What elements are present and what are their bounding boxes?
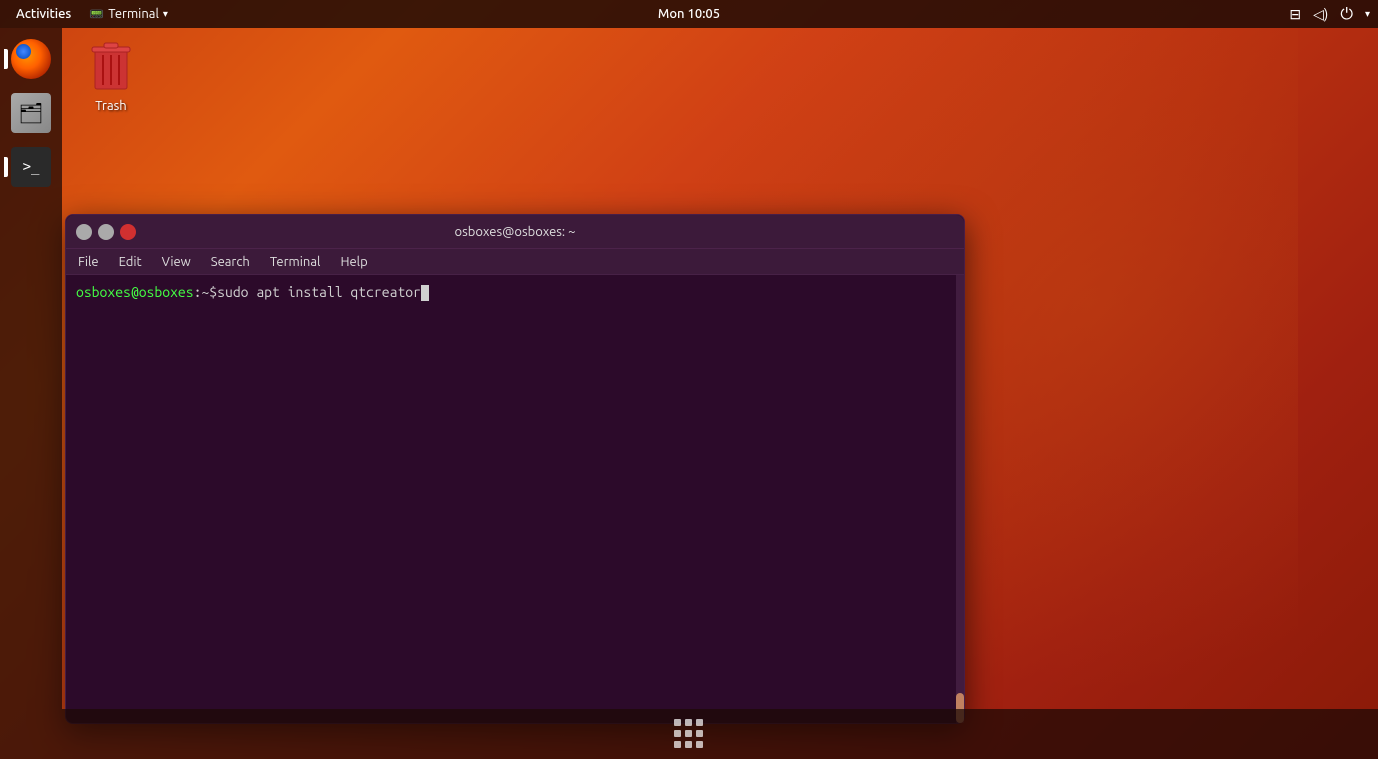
prompt-separator: :~$ xyxy=(194,283,218,303)
grid-dot-7 xyxy=(674,741,681,748)
terminal-titlebar: osboxes@osboxes: ~ xyxy=(66,215,964,249)
terminal-cursor xyxy=(421,285,429,301)
top-panel-left: Activities 📟 Terminal ▾ xyxy=(8,0,174,28)
grid-dot-9 xyxy=(696,741,703,748)
menu-file[interactable]: File xyxy=(74,253,103,271)
terminal-body[interactable]: osboxes@osboxes :~$ sudo apt install qtc… xyxy=(66,275,964,723)
window-controls xyxy=(76,224,136,240)
grid-dot-2 xyxy=(685,719,692,726)
grid-dot-3 xyxy=(696,719,703,726)
menu-help[interactable]: Help xyxy=(336,253,371,271)
prompt-command: sudo apt install qtcreator xyxy=(217,283,421,303)
sidebar-item-firefox[interactable] xyxy=(8,36,54,82)
menu-terminal[interactable]: Terminal xyxy=(266,253,325,271)
grid-dot-6 xyxy=(696,730,703,737)
power-arrow-icon[interactable]: ▾ xyxy=(1365,8,1370,20)
sidebar-dock: 🗂 >_ xyxy=(0,28,62,709)
prompt-user: osboxes@osboxes xyxy=(76,283,194,303)
command-line: osboxes@osboxes :~$ sudo apt install qtc… xyxy=(76,283,954,303)
terminal-scrollbar-track[interactable] xyxy=(956,275,964,723)
terminal-dropdown-arrow: ▾ xyxy=(163,8,168,20)
firefox-icon xyxy=(11,39,51,79)
window-minimize-button[interactable] xyxy=(76,224,92,240)
desktop: Activities 📟 Terminal ▾ Mon 10:05 ⊟ ◁) ⏻… xyxy=(0,0,1378,759)
terminal-window: osboxes@osboxes: ~ File Edit View Search… xyxy=(65,214,965,724)
show-applications-button[interactable] xyxy=(671,716,707,752)
top-panel-right: ⊟ ◁) ⏻ ▾ xyxy=(1289,5,1370,24)
top-panel: Activities 📟 Terminal ▾ Mon 10:05 ⊟ ◁) ⏻… xyxy=(0,0,1378,28)
files-icon: 🗂 xyxy=(11,93,51,133)
power-icon[interactable]: ⏻ xyxy=(1340,5,1353,24)
window-maximize-button[interactable] xyxy=(98,224,114,240)
sidebar-item-files[interactable]: 🗂 xyxy=(8,90,54,136)
terminal-icon: >_ xyxy=(11,147,51,187)
terminal-app-button[interactable]: 📟 Terminal ▾ xyxy=(83,0,174,28)
menu-edit[interactable]: Edit xyxy=(115,253,146,271)
grid-dot-1 xyxy=(674,719,681,726)
clock: Mon 10:05 xyxy=(658,7,720,21)
trash-icon-image xyxy=(85,35,137,95)
grid-dots-icon xyxy=(674,719,704,749)
window-close-button[interactable] xyxy=(120,224,136,240)
grid-dot-4 xyxy=(674,730,681,737)
trash-label: Trash xyxy=(95,99,126,113)
activities-button[interactable]: Activities xyxy=(8,0,79,28)
sidebar-item-terminal[interactable]: >_ xyxy=(8,144,54,190)
grid-dot-5 xyxy=(685,730,692,737)
terminal-menubar: File Edit View Search Terminal Help xyxy=(66,249,964,275)
bottom-panel xyxy=(0,709,1378,759)
menu-search[interactable]: Search xyxy=(207,253,254,271)
trash-svg xyxy=(87,37,135,93)
network-icon[interactable]: ⊟ xyxy=(1289,6,1301,23)
grid-dot-8 xyxy=(685,741,692,748)
sound-icon[interactable]: ◁) xyxy=(1313,6,1328,23)
trash-desktop-icon[interactable]: Trash xyxy=(85,35,137,113)
terminal-app-label: Terminal xyxy=(108,7,159,21)
menu-view[interactable]: View xyxy=(158,253,195,271)
terminal-window-title: osboxes@osboxes: ~ xyxy=(455,225,576,239)
